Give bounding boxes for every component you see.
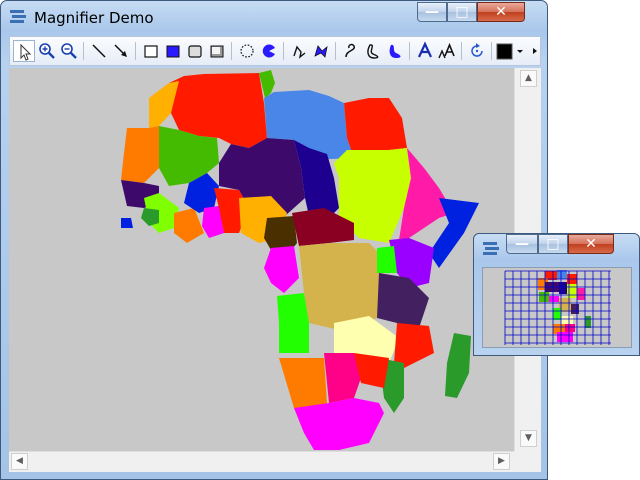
scroll-right-button[interactable]: ▶ bbox=[493, 453, 510, 470]
document-view: ▲ ▼ ◀ ▶ bbox=[9, 68, 541, 472]
title-bar[interactable]: Magnifier Demo — □ ✕ bbox=[1, 1, 547, 33]
filled-curve-tool-button[interactable] bbox=[384, 40, 406, 62]
toolbar-separator bbox=[83, 42, 84, 60]
map-region bbox=[277, 293, 309, 353]
rectangle-icon bbox=[144, 45, 158, 58]
scroll-up-button[interactable]: ▲ bbox=[520, 70, 537, 87]
magnifier-maximize-button[interactable]: □ bbox=[538, 234, 568, 254]
filled-rectangle-icon bbox=[166, 45, 180, 58]
curve-tool-button[interactable] bbox=[340, 40, 362, 62]
map-region bbox=[324, 353, 361, 403]
zoom-in-icon bbox=[39, 43, 55, 59]
outlined-text-icon bbox=[438, 42, 455, 59]
magnifier-window: — □ ✕ bbox=[473, 233, 640, 356]
filled-rectangle-tool-button[interactable] bbox=[162, 40, 184, 62]
rotate-icon bbox=[471, 43, 483, 57]
rounded-rectangle-tool-button[interactable] bbox=[184, 40, 206, 62]
ellipse-icon bbox=[240, 44, 254, 58]
arrow-line-icon bbox=[114, 44, 127, 57]
closed-curve-icon bbox=[367, 44, 379, 59]
pie-icon bbox=[262, 44, 275, 58]
polyline-tool-button[interactable] bbox=[288, 40, 310, 62]
window-title: Magnifier Demo bbox=[34, 9, 154, 27]
app-icon bbox=[483, 242, 499, 255]
magnifier-minimize-button[interactable]: — bbox=[506, 234, 538, 254]
toolbar-separator bbox=[461, 42, 462, 60]
toolbar-separator bbox=[135, 42, 136, 60]
magnified-map-thumbnail bbox=[538, 270, 591, 342]
polygon-icon bbox=[314, 45, 328, 58]
color-picker-button[interactable] bbox=[488, 40, 528, 62]
outlined-text-tool-button[interactable] bbox=[436, 40, 458, 62]
toolbar-overflow-button[interactable] bbox=[530, 40, 540, 62]
map-region bbox=[394, 323, 434, 368]
shaded-rectangle-icon bbox=[210, 45, 224, 58]
closed-curve-tool-button[interactable] bbox=[362, 40, 384, 62]
maximize-button[interactable]: □ bbox=[447, 2, 477, 22]
filled-curve-icon bbox=[389, 44, 401, 58]
toolbar-separator bbox=[335, 42, 336, 60]
magnifier-close-button[interactable]: ✕ bbox=[568, 234, 614, 254]
ellipse-tool-button[interactable] bbox=[236, 40, 258, 62]
map-region bbox=[264, 246, 299, 293]
main-window: Magnifier Demo — □ ✕ ▲ ▼ ◀ ▶ bbox=[0, 0, 548, 480]
map-region bbox=[377, 246, 397, 273]
pointer-icon bbox=[20, 43, 32, 61]
zoom-out-button[interactable] bbox=[58, 40, 80, 62]
polygon-tool-button[interactable] bbox=[310, 40, 332, 62]
line-tool-button[interactable] bbox=[88, 40, 110, 62]
toolbar-separator bbox=[231, 42, 232, 60]
chevron-right-icon bbox=[533, 48, 537, 54]
polyline-icon bbox=[293, 45, 306, 59]
africa-map-canvas[interactable] bbox=[9, 68, 514, 451]
rotate-tool-button[interactable] bbox=[466, 40, 488, 62]
horizontal-scrollbar[interactable]: ◀ ▶ bbox=[9, 451, 514, 472]
maximize-icon: □ bbox=[455, 4, 469, 20]
rounded-rectangle-icon bbox=[188, 45, 202, 58]
toolbar-separator bbox=[283, 42, 284, 60]
map-region bbox=[121, 126, 159, 183]
magnifier-preview[interactable] bbox=[482, 267, 632, 348]
close-icon: ✕ bbox=[495, 4, 507, 20]
app-icon bbox=[10, 10, 26, 23]
pointer-tool-button[interactable] bbox=[13, 40, 35, 62]
rectangle-tool-button[interactable] bbox=[140, 40, 162, 62]
map-region bbox=[174, 208, 204, 243]
zoom-out-icon bbox=[61, 43, 77, 59]
curve-icon bbox=[345, 43, 355, 58]
shaded-rectangle-tool-button[interactable] bbox=[206, 40, 228, 62]
toolbar-separator bbox=[409, 42, 410, 60]
zoom-in-button[interactable] bbox=[36, 40, 58, 62]
map-region bbox=[344, 98, 407, 158]
close-button[interactable]: ✕ bbox=[477, 2, 525, 22]
drawing-toolbar bbox=[9, 36, 541, 66]
minimize-icon: — bbox=[425, 4, 439, 20]
minimize-icon: — bbox=[515, 236, 529, 252]
text-icon bbox=[418, 41, 432, 58]
map-region bbox=[141, 208, 159, 226]
map-region bbox=[299, 243, 384, 330]
map-region bbox=[121, 218, 133, 228]
arrow-tool-button[interactable] bbox=[110, 40, 132, 62]
scroll-down-button[interactable]: ▼ bbox=[520, 430, 537, 447]
close-icon: ✕ bbox=[585, 236, 597, 252]
line-icon bbox=[92, 44, 106, 58]
pie-tool-button[interactable] bbox=[258, 40, 280, 62]
scrollbar-corner bbox=[514, 451, 541, 472]
text-tool-button[interactable] bbox=[414, 40, 436, 62]
scroll-left-button[interactable]: ◀ bbox=[11, 453, 28, 470]
map-region bbox=[445, 333, 471, 398]
minimize-button[interactable]: — bbox=[417, 2, 447, 22]
maximize-icon: □ bbox=[546, 236, 560, 252]
color-swatch-icon bbox=[496, 43, 523, 60]
